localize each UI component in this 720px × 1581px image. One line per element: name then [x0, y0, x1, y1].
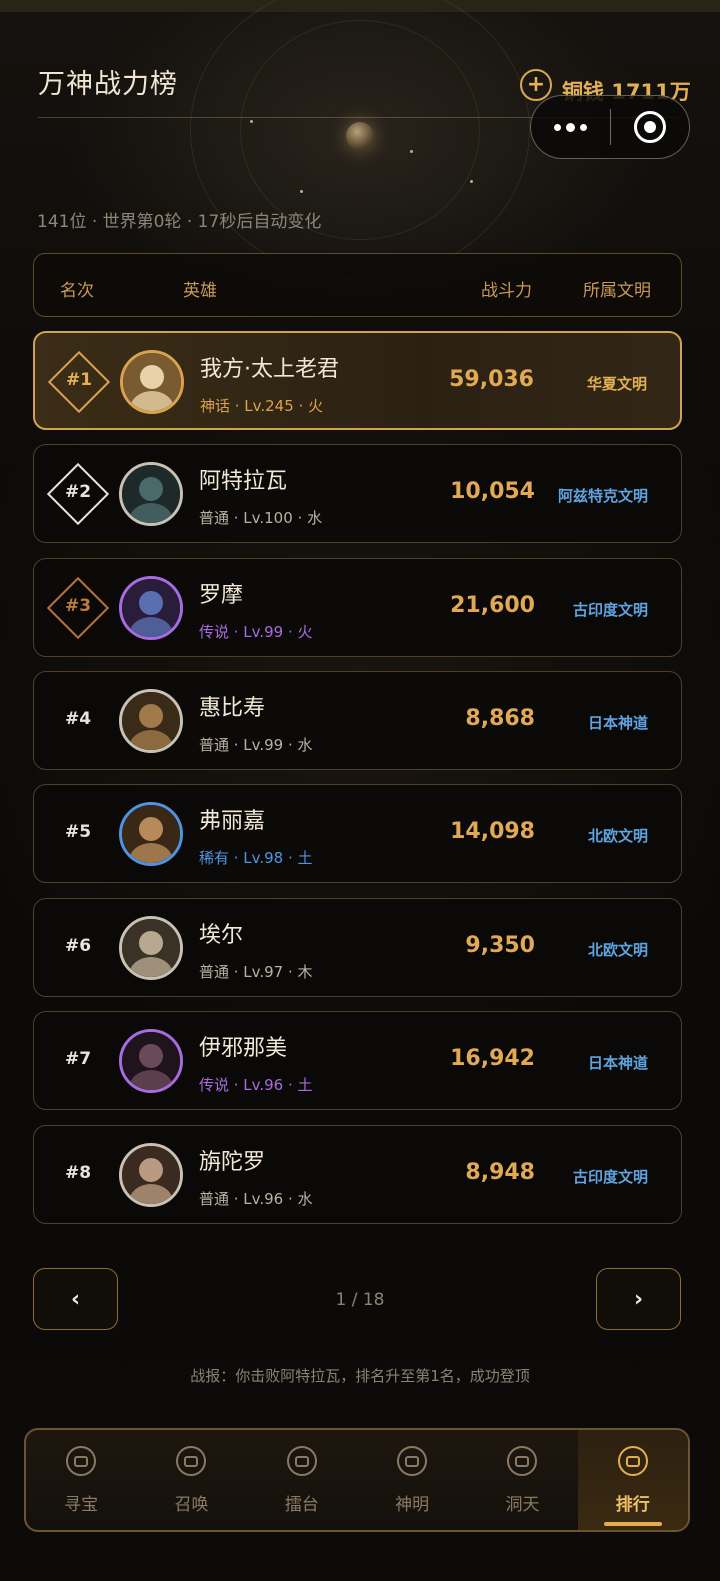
rank-number: #5 [64, 822, 92, 842]
ranking-row[interactable]: #4 惠比寿普通 · Lv.99 · 水 8,868 日本神道 [33, 671, 682, 770]
page-title: 万神战力榜 [38, 69, 178, 100]
hero-meta: 普通 · Lv.96 · 水 [199, 1190, 313, 1208]
hero-meta: 传说 · Lv.99 · 火 [199, 623, 313, 641]
rank-number: #7 [64, 1049, 92, 1069]
tab-label: 寻宝 [64, 1495, 99, 1515]
rank-number: #4 [64, 709, 92, 729]
tab-cave[interactable]: 洞天 [467, 1430, 577, 1530]
target-close-icon[interactable] [611, 111, 689, 143]
tab-label: 擂台 [284, 1495, 319, 1515]
hero-avatar [119, 462, 183, 526]
header-power: 战斗力 [481, 281, 532, 301]
tab-label: 神明 [395, 1495, 430, 1515]
hero-civilization: 北欧文明 [587, 941, 648, 959]
header-hero: 英雄 [183, 281, 217, 301]
hero-civilization: 北欧文明 [587, 827, 648, 845]
hero-meta: 稀有 · Lv.98 · 土 [199, 849, 313, 867]
hero-avatar [119, 689, 183, 753]
rank-number: #6 [64, 936, 92, 956]
miniprogram-capsule [530, 95, 690, 159]
hero-civilization: 日本神道 [587, 1054, 648, 1072]
hero-meta: 普通 · Lv.100 · 水 [199, 509, 323, 527]
hero-power: 14,098 [450, 819, 535, 844]
decor-orb [346, 122, 374, 150]
hero-civilization: 华夏文明 [586, 375, 647, 393]
ranking-row[interactable]: #8 旃陀罗普通 · Lv.96 · 水 8,948 古印度文明 [33, 1125, 682, 1224]
ranking-row[interactable]: #2 阿特拉瓦普通 · Lv.100 · 水 10,054 阿兹特克文明 [33, 444, 682, 543]
hero-meta: 普通 · Lv.99 · 水 [199, 736, 313, 754]
hero-name: 惠比寿 [199, 696, 266, 721]
hero-power: 21,600 [450, 593, 535, 618]
tab-summon[interactable]: 召唤 [136, 1430, 246, 1530]
hero-power: 8,948 [465, 1160, 535, 1185]
header-civilization: 所属文明 [583, 281, 651, 301]
hero-name: 旃陀罗 [199, 1150, 266, 1175]
battle-report: 战报：你击败阿特拉瓦，排名升至第1名，成功登顶 [190, 1367, 530, 1385]
hero-civilization: 古印度文明 [572, 1168, 648, 1186]
ranking-row[interactable]: #3 罗摩传说 · Lv.99 · 火 21,600 古印度文明 [33, 558, 682, 657]
tab-label: 洞天 [505, 1495, 540, 1515]
tab-label: 召唤 [174, 1495, 209, 1515]
header-rank: 名次 [60, 281, 94, 301]
hero-name: 阿特拉瓦 [199, 469, 288, 494]
hero-avatar [119, 802, 183, 866]
hero-avatar [119, 576, 183, 640]
plus-circle-icon[interactable]: + [520, 69, 552, 101]
hero-name: 埃尔 [199, 923, 244, 948]
ranking-row[interactable]: #5 弗丽嘉稀有 · Lv.98 · 土 14,098 北欧文明 [33, 784, 682, 883]
hero-avatar [119, 1029, 183, 1093]
hero-civilization: 阿兹特克文明 [557, 487, 648, 505]
hero-power: 59,036 [449, 367, 534, 392]
decor-star [470, 180, 473, 183]
ranking-row[interactable]: #6 埃尔普通 · Lv.97 · 木 9,350 北欧文明 [33, 898, 682, 997]
hero-name: 伊邪那美 [199, 1036, 288, 1061]
hero-name: 罗摩 [199, 583, 244, 608]
tab-treasure[interactable]: 寻宝 [26, 1430, 136, 1530]
hero-power: 16,942 [450, 1046, 535, 1071]
hero-avatar [120, 350, 184, 414]
hero-power: 8,868 [465, 706, 535, 731]
summon-icon [176, 1446, 207, 1476]
active-tab-indicator [603, 1522, 662, 1526]
hero-name: 我方·太上老君 [200, 357, 339, 382]
hero-civilization: 日本神道 [587, 714, 648, 732]
rank-number: #2 [64, 482, 92, 502]
decor-star [410, 150, 413, 153]
arena-icon [286, 1446, 317, 1476]
hero-avatar [119, 1143, 183, 1207]
hero-meta: 普通 · Lv.97 · 木 [199, 963, 313, 981]
rank-number: #1 [65, 370, 93, 390]
treasure-icon [66, 1446, 97, 1476]
hero-avatar [119, 916, 183, 980]
ranking-row[interactable]: #7 伊邪那美传说 · Lv.96 · 土 16,942 日本神道 [33, 1011, 682, 1110]
tab-ranking[interactable]: 排行 [577, 1430, 688, 1530]
next-page-button[interactable]: › [596, 1268, 681, 1330]
hero-civilization: 古印度文明 [572, 601, 648, 619]
ranking-icon [617, 1446, 648, 1476]
tab-arena[interactable]: 擂台 [247, 1430, 357, 1530]
cave-icon [507, 1446, 538, 1476]
table-header: 名次 英雄 战斗力 所属文明 [33, 253, 682, 317]
rank-number: #8 [64, 1163, 92, 1183]
tab-label: 排行 [615, 1495, 650, 1515]
hero-meta: 神话 · Lv.245 · 火 [200, 397, 324, 415]
decor-star [250, 120, 253, 123]
deity-icon [397, 1446, 428, 1476]
rank-number: #3 [64, 596, 92, 616]
more-dots-icon[interactable] [531, 122, 610, 132]
hero-meta: 传说 · Lv.96 · 土 [199, 1076, 313, 1094]
hero-power: 9,350 [465, 933, 535, 958]
round-info: 141位 · 世界第0轮 · 17秒后自动变化 [37, 212, 322, 232]
tab-deity[interactable]: 神明 [357, 1430, 467, 1530]
ranking-row[interactable]: #1 我方·太上老君神话 · Lv.245 · 火 59,036 华夏文明 [33, 331, 682, 430]
hero-power: 10,054 [450, 479, 535, 504]
bottom-tab-bar: 寻宝 召唤 擂台 神明 洞天 排行 [24, 1428, 690, 1532]
hero-name: 弗丽嘉 [199, 809, 266, 834]
decor-star [300, 190, 303, 193]
